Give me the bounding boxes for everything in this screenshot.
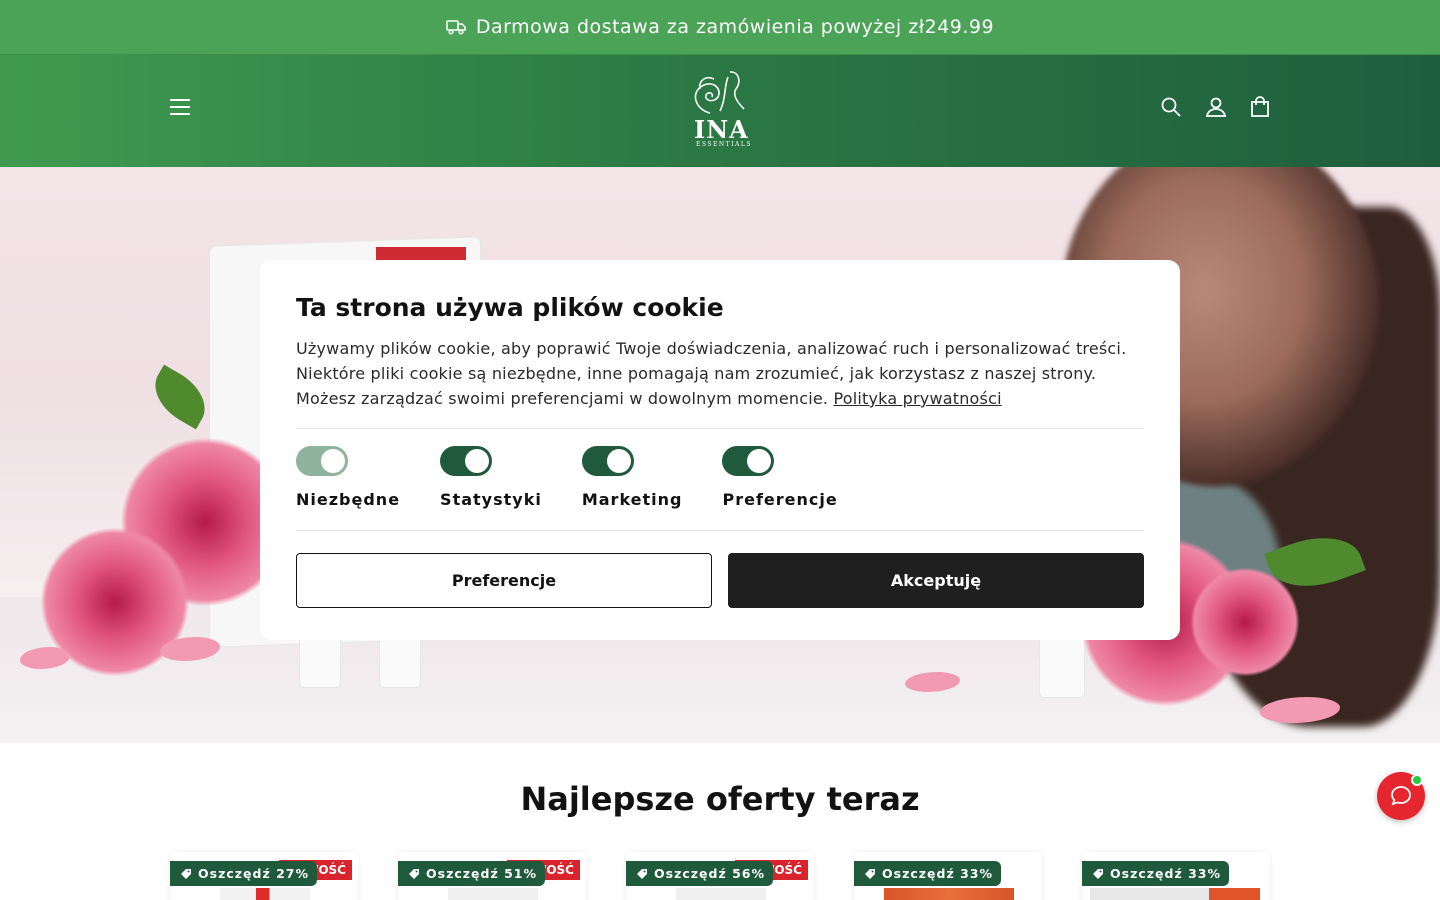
discount-label: Oszczędź 33% (882, 866, 993, 881)
section-title: Najlepsze oferty teraz (520, 780, 920, 818)
announcement-text: Darmowa dostawa za zamówienia powyżej zł… (475, 16, 995, 38)
toggle-label: Preferencje (722, 490, 838, 509)
toggle-label: Statystyki (440, 490, 542, 509)
discount-badge: Oszczędź 33% (1082, 861, 1229, 886)
toggle-preferences: Preferencje (722, 446, 837, 509)
toggle-marketing: Marketing (581, 446, 683, 509)
discount-badge: Oszczędź 51% (398, 861, 545, 886)
privacy-policy-link[interactable]: Polityka prywatności (833, 389, 1001, 408)
tag-icon (637, 868, 647, 879)
cookie-consent-modal: Ta strona używa plików cookie Używamy pl… (260, 260, 1180, 640)
divider (296, 530, 1144, 531)
marketing-switch[interactable] (581, 446, 634, 476)
cart-icon[interactable] (1248, 95, 1272, 119)
account-icon[interactable] (1204, 95, 1228, 119)
product-image (220, 888, 310, 900)
product-image (1090, 888, 1260, 900)
chat-bubble-icon (1391, 786, 1411, 806)
toggle-label: Niezbędne (296, 490, 401, 509)
product-image (448, 888, 538, 900)
accept-button[interactable]: Akceptuję (728, 553, 1144, 608)
preferences-button[interactable]: Preferencje (296, 553, 712, 608)
cookie-modal-text: Używamy plików cookie, aby poprawić Twoj… (296, 339, 1127, 408)
site-header: INA ESSENTIALS (0, 55, 1440, 167)
discount-badge: Oszczędź 56% (626, 861, 773, 886)
hero-rose (1190, 567, 1300, 677)
discount-badge: Oszczędź 33% (854, 861, 1001, 886)
truck-icon (446, 19, 466, 35)
cookie-modal-body: Używamy plików cookie, aby poprawić Twoj… (296, 336, 1144, 411)
tag-icon (409, 868, 419, 879)
tag-icon (865, 868, 875, 879)
tag-icon (181, 868, 191, 879)
toggle-statistics: Statystyki (440, 446, 542, 509)
menu-icon[interactable] (168, 95, 192, 119)
online-status-dot (1411, 774, 1423, 786)
discount-label: Oszczędź 51% (426, 866, 537, 881)
hero-leaf (144, 364, 216, 430)
search-icon[interactable] (1159, 95, 1183, 119)
divider (296, 428, 1144, 429)
logo[interactable]: INA ESSENTIALS (680, 69, 752, 151)
logo-text: INA (694, 115, 749, 144)
discount-label: Oszczędź 27% (198, 866, 309, 881)
announcement-bar: Darmowa dostawa za zamówienia powyżej zł… (0, 0, 1440, 55)
discount-badge: Oszczędź 27% (170, 861, 317, 886)
chat-button[interactable] (1377, 772, 1425, 820)
preferences-switch[interactable] (722, 446, 775, 476)
discount-label: Oszczędź 56% (654, 866, 765, 881)
toggle-necessary: Niezbędne (296, 446, 400, 509)
logo-subtext: ESSENTIALS (696, 141, 752, 148)
cookie-toggles: Niezbędne Statystyki Marketing Preferenc… (296, 446, 878, 509)
toggle-label: Marketing (581, 490, 683, 509)
product-image (884, 888, 1014, 900)
product-image (676, 888, 766, 900)
statistics-switch[interactable] (440, 446, 493, 476)
discount-label: Oszczędź 33% (1110, 866, 1221, 881)
cookie-modal-title: Ta strona używa plików cookie (296, 293, 724, 322)
necessary-switch (296, 446, 348, 476)
tag-icon (1093, 868, 1103, 879)
